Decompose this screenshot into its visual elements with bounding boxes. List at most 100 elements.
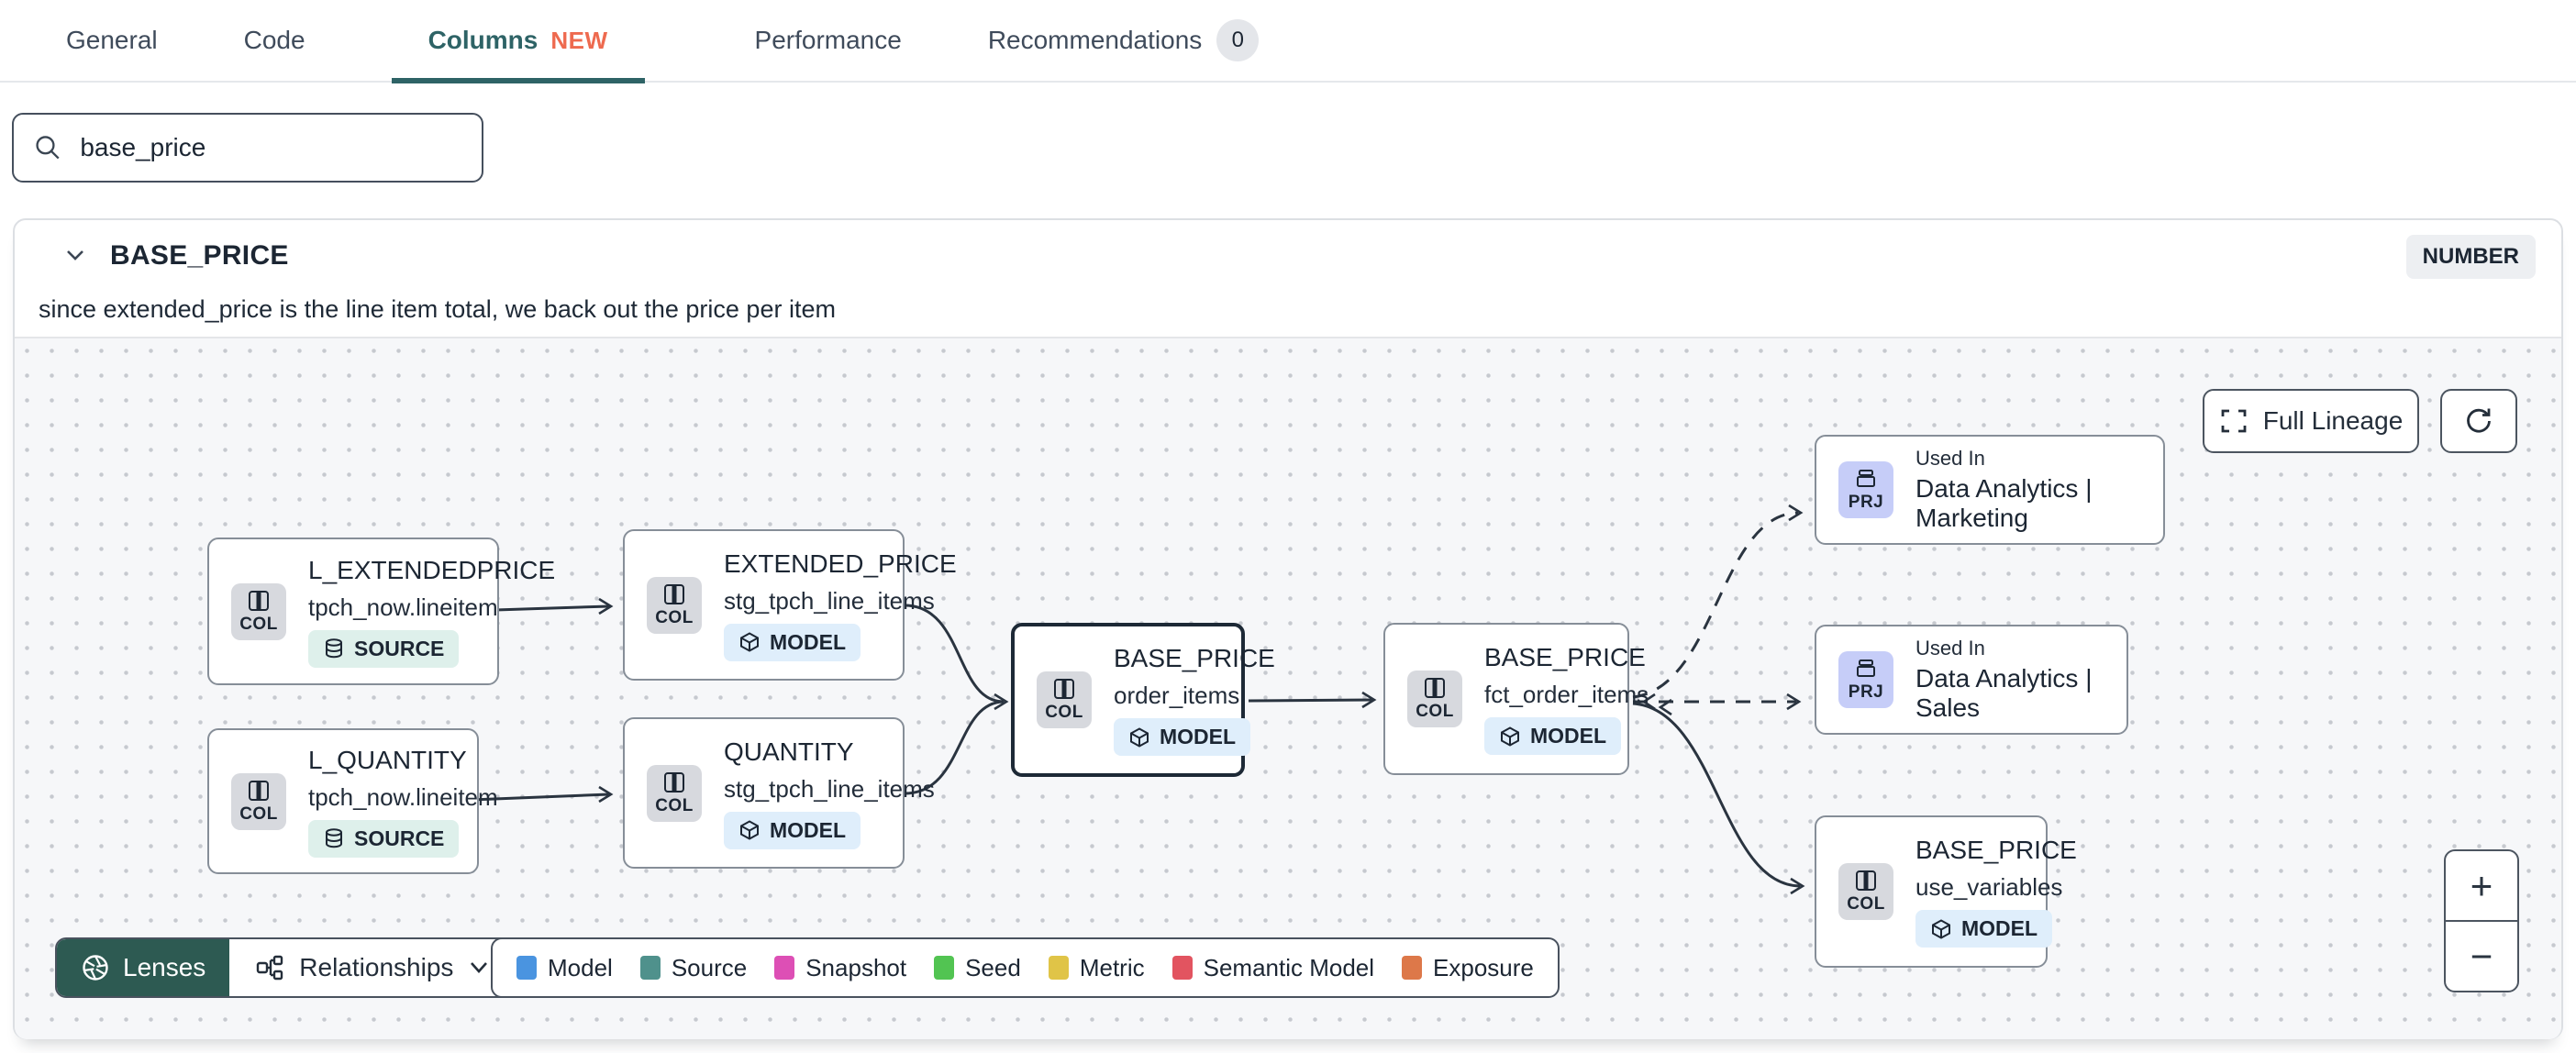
node-title: BASE_PRICE <box>1484 643 1646 671</box>
node-subtitle: tpch_now.lineitem <box>308 593 498 621</box>
zoom-in-button[interactable]: + <box>2446 851 2517 922</box>
columns-icon <box>1054 679 1074 699</box>
columns-icon <box>1856 870 1876 891</box>
node-title: Data Analytics | Sales <box>1915 664 2093 722</box>
columns-icon <box>249 780 269 801</box>
node-subtitle: fct_order_items <box>1484 681 1649 708</box>
tab-recommendations-label: Recommendations <box>987 26 1203 54</box>
legend-item-metric: Metric <box>1048 954 1145 982</box>
expand-icon <box>2221 409 2247 433</box>
chevron-down-icon[interactable] <box>62 248 88 264</box>
node-title: BASE_PRICE <box>1915 836 2077 864</box>
legend-swatch <box>1048 956 1069 980</box>
column-chip: COL <box>231 772 286 830</box>
node-subtitle: order_items <box>1114 682 1240 709</box>
search-input[interactable] <box>80 133 461 162</box>
lenses-button[interactable]: Lenses <box>57 939 230 996</box>
node-subtitle: stg_tpch_line_items <box>724 774 935 803</box>
lineage-node-used-in-marketing[interactable]: PRJ Used In Data Analytics | Marketing <box>1815 435 2165 545</box>
node-subtitle: tpch_now.lineitem <box>308 782 498 811</box>
aperture-icon <box>83 955 108 981</box>
node-title: BASE_PRICE <box>1114 644 1275 672</box>
node-title: QUANTITY <box>724 737 854 766</box>
full-lineage-button[interactable]: Full Lineage <box>2203 389 2419 453</box>
node-title: L_EXTENDEDPRICE <box>308 555 556 584</box>
cube-icon <box>1932 918 1950 939</box>
legend-item-source: Source <box>639 954 747 982</box>
database-icon <box>326 828 342 848</box>
legend-item-seed: Seed <box>934 954 1021 982</box>
legend-swatch <box>516 956 537 980</box>
lineage-node-base-price-order-items[interactable]: COL BASE_PRICE order_items MODEL <box>1011 623 1275 777</box>
relationships-icon <box>257 955 283 981</box>
column-chip: COL <box>1838 863 1893 920</box>
columns-icon <box>249 590 269 611</box>
lineage-node-l-quantity[interactable]: COL L_QUANTITY tpch_now.lineitem SOURCE <box>207 728 498 874</box>
tab-code[interactable]: Code <box>244 0 305 82</box>
zoom-out-button[interactable]: − <box>2446 922 2517 991</box>
search-icon <box>36 136 60 160</box>
recommendations-count-badge: 0 <box>1216 19 1260 61</box>
refresh-icon <box>2467 408 2491 433</box>
column-card: BASE_PRICE NUMBER since extended_price i… <box>13 218 2563 1039</box>
lineage-canvas[interactable]: COL L_EXTENDEDPRICE tpch_now.lineitem SO… <box>15 337 2561 1039</box>
lineage-legend: Model Source Snapshot Seed Metric Semant… <box>491 937 1560 998</box>
refresh-button[interactable] <box>2440 389 2517 453</box>
lineage-edges <box>471 504 1805 895</box>
column-chip: COL <box>1037 671 1092 728</box>
legend-swatch <box>639 956 661 980</box>
tab-general[interactable]: General <box>66 0 158 82</box>
lineage-node-l-extendedprice[interactable]: COL L_EXTENDEDPRICE tpch_now.lineitem SO… <box>207 538 555 685</box>
tab-columns[interactable]: Columns NEW <box>391 0 645 83</box>
project-icon <box>1857 470 1875 487</box>
lineage-node-quantity[interactable]: COL QUANTITY stg_tpch_line_items MODEL <box>623 717 935 869</box>
used-in-label: Used In <box>1915 637 1985 660</box>
node-title: Data Analytics | Marketing <box>1915 474 2093 532</box>
project-icon <box>1857 660 1875 677</box>
resource-badge-model: MODEL <box>1114 718 1251 756</box>
column-chip: COL <box>647 764 702 822</box>
relationships-dropdown[interactable]: Relationships <box>229 939 516 996</box>
columns-icon <box>664 583 684 604</box>
legend-swatch <box>934 956 955 980</box>
resource-badge-model: MODEL <box>1484 717 1622 755</box>
column-title: BASE_PRICE <box>110 240 289 271</box>
legend-swatch <box>1171 956 1193 980</box>
project-chip: PRJ <box>1838 651 1893 708</box>
lineage-node-extended-price[interactable]: COL EXTENDED_PRICE stg_tpch_line_items M… <box>623 529 957 681</box>
legend-item-model: Model <box>516 954 613 982</box>
resource-badge-model: MODEL <box>724 623 861 661</box>
tab-performance[interactable]: Performance <box>755 0 902 82</box>
column-type-badge: NUMBER <box>2405 235 2536 279</box>
column-chip: COL <box>1407 671 1462 727</box>
resource-badge-source: SOURCE <box>308 629 460 668</box>
tab-columns-label: Columns <box>427 26 539 54</box>
node-title: EXTENDED_PRICE <box>724 549 957 578</box>
lineage-node-used-in-sales[interactable]: PRJ Used In Data Analytics | Sales <box>1815 625 2128 735</box>
legend-item-snapshot: Snapshot <box>774 954 906 982</box>
column-chip: COL <box>647 576 702 634</box>
lenses-group: Lenses Relationships <box>55 937 518 998</box>
chevron-down-icon <box>471 962 488 973</box>
database-icon <box>326 638 342 659</box>
node-title: L_QUANTITY <box>308 745 467 774</box>
active-tab-underline <box>391 78 645 83</box>
columns-icon <box>664 771 684 793</box>
search-container <box>12 113 483 183</box>
lineage-node-base-price-fct-order-items[interactable]: COL BASE_PRICE fct_order_items MODEL <box>1383 623 1649 775</box>
cube-icon <box>1130 726 1149 748</box>
lineage-node-base-price-use-variables[interactable]: COL BASE_PRICE use_variables MODEL <box>1815 815 2077 968</box>
used-in-label: Used In <box>1915 447 1985 470</box>
legend-swatch <box>1402 956 1423 980</box>
legend-item-semantic-model: Semantic Model <box>1171 954 1374 982</box>
project-chip: PRJ <box>1838 461 1893 518</box>
column-description: since extended_price is the line item to… <box>39 295 836 323</box>
cube-icon <box>740 820 759 840</box>
legend-item-exposure: Exposure <box>1402 954 1534 982</box>
node-subtitle: use_variables <box>1915 873 2063 901</box>
tab-recommendations[interactable]: Recommendations 0 <box>987 0 1260 82</box>
columns-icon <box>1425 678 1445 698</box>
cube-icon <box>1501 726 1519 747</box>
tab-bar: General Code Columns NEW Performance Rec… <box>0 0 2576 83</box>
column-chip: COL <box>231 582 286 640</box>
